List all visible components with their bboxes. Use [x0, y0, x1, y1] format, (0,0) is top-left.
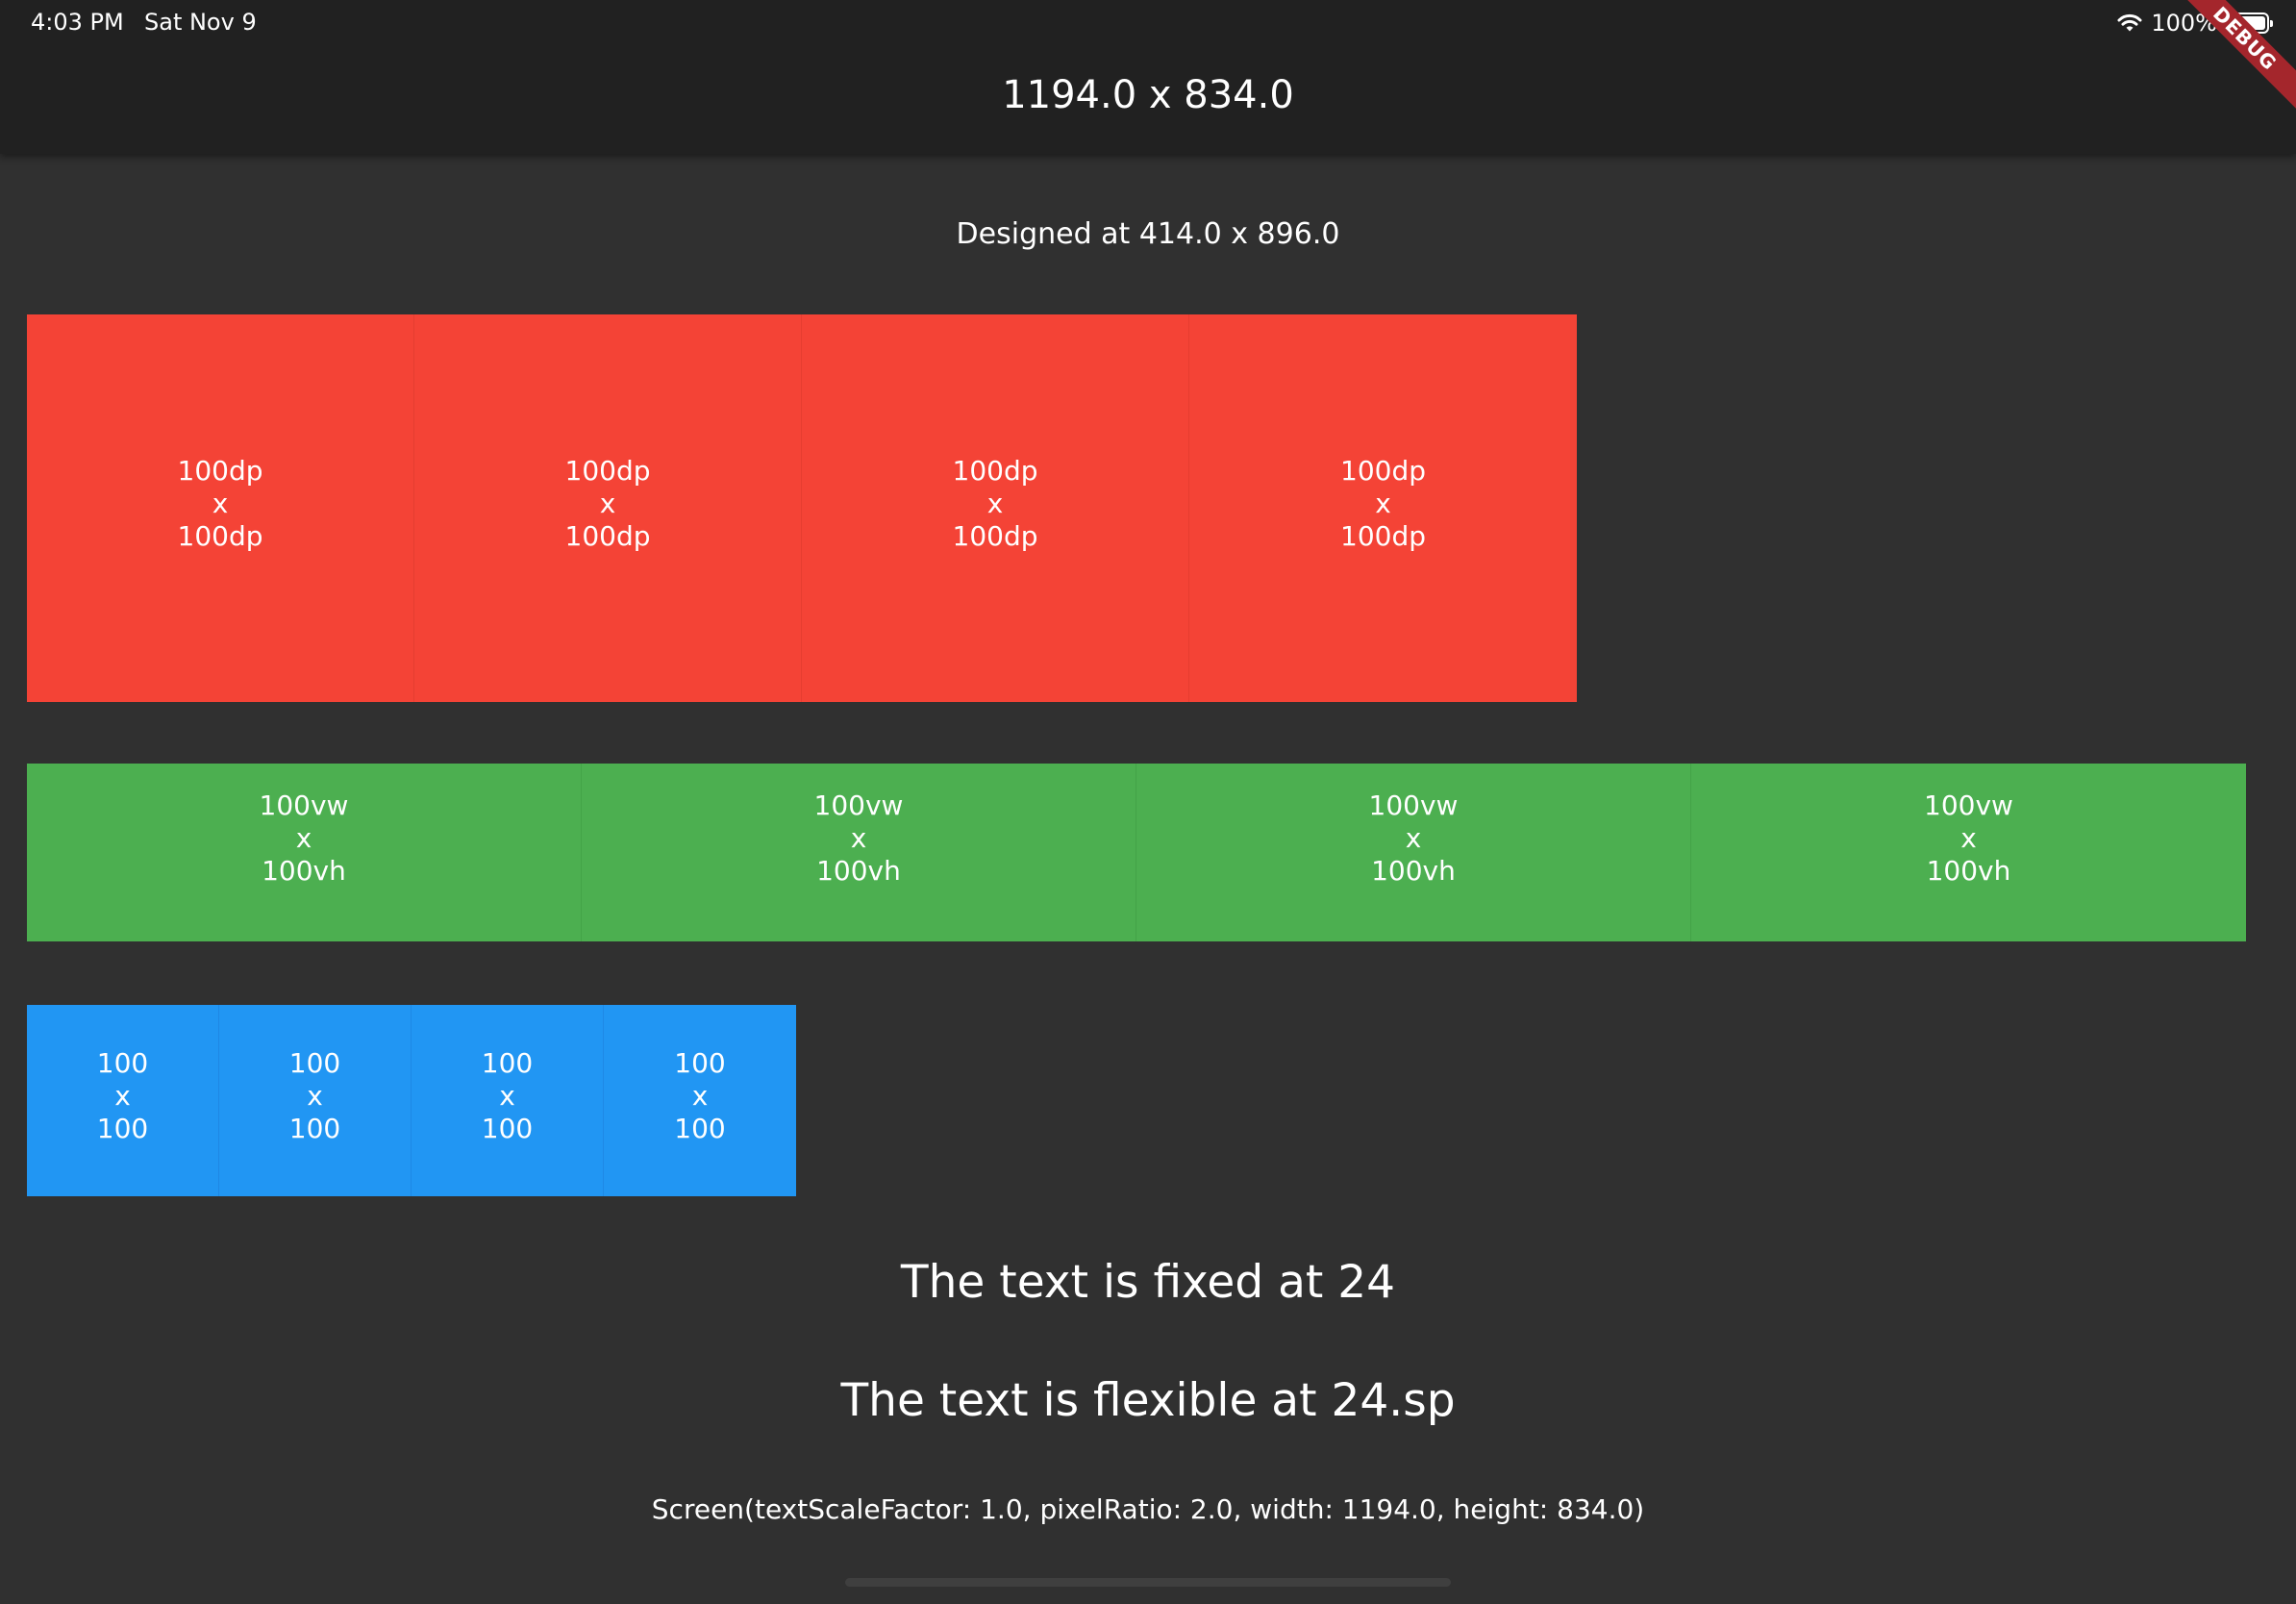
dp-box: 100dp x 100dp	[27, 314, 414, 702]
box-height-label: 100vh	[1926, 854, 2011, 887]
box-height-label: 100dp	[177, 519, 263, 552]
status-date: Sat Nov 9	[144, 9, 257, 36]
app-bar: 4:03 PM Sat Nov 9 100% 1194.0 x 834.0	[0, 0, 2296, 154]
vw-box: 100vw x 100vh	[582, 764, 1136, 941]
box-width-label: 100dp	[564, 454, 651, 487]
wifi-icon	[2117, 13, 2142, 32]
box-times-label: x	[295, 821, 312, 854]
box-times-label: x	[1405, 821, 1422, 854]
box-height-label: 100dp	[1340, 519, 1426, 552]
box-height-label: 100vh	[262, 854, 346, 887]
flexible-text-label: The text is flexible at 24.sp	[840, 1374, 1456, 1427]
dp-box: 100dp x 100dp	[802, 314, 1189, 702]
plain-box: 100 x 100	[412, 1005, 604, 1196]
box-width-label: 100	[288, 1046, 341, 1079]
box-height-label: 100	[481, 1112, 534, 1144]
status-time: 4:03 PM	[31, 9, 124, 36]
box-height-label: 100vh	[1371, 854, 1456, 887]
box-height-label: 100dp	[564, 519, 651, 552]
plain-box-row: 100 x 100 100 x 100 100 x 100 100 x 100	[27, 1005, 796, 1196]
box-width-label: 100	[481, 1046, 534, 1079]
box-times-label: x	[986, 487, 1004, 519]
plain-box: 100 x 100	[27, 1005, 219, 1196]
dp-box-row: 100dp x 100dp 100dp x 100dp 100dp x 100d…	[27, 314, 1577, 702]
fixed-text-label: The text is fixed at 24	[900, 1256, 1396, 1309]
box-times-label: x	[499, 1079, 515, 1112]
plain-box: 100 x 100	[219, 1005, 412, 1196]
box-height-label: 100	[674, 1112, 726, 1144]
screen-info-label: Screen(textScaleFactor: 1.0, pixelRatio:…	[651, 1493, 1645, 1525]
box-times-label: x	[1375, 487, 1391, 519]
box-width-label: 100vw	[1368, 789, 1459, 821]
dp-box: 100dp x 100dp	[414, 314, 802, 702]
box-width-label: 100dp	[177, 454, 263, 487]
vw-box: 100vw x 100vh	[1136, 764, 1691, 941]
box-times-label: x	[691, 1079, 709, 1112]
box-width-label: 100dp	[952, 454, 1038, 487]
box-height-label: 100	[288, 1112, 341, 1144]
box-times-label: x	[850, 821, 867, 854]
vw-box: 100vw x 100vh	[1691, 764, 2246, 941]
box-width-label: 100	[674, 1046, 726, 1079]
box-width-label: 100dp	[1340, 454, 1426, 487]
box-times-label: x	[1960, 821, 1977, 854]
box-times-label: x	[212, 487, 229, 519]
box-times-label: x	[114, 1079, 131, 1112]
home-indicator[interactable]	[845, 1578, 1451, 1587]
box-times-label: x	[599, 487, 616, 519]
box-width-label: 100vw	[1924, 789, 2013, 821]
box-width-label: 100vw	[259, 789, 349, 821]
designed-at-label: Designed at 414.0 x 896.0	[956, 217, 1340, 251]
box-width-label: 100	[96, 1046, 149, 1079]
box-height-label: 100dp	[952, 519, 1038, 552]
box-height-label: 100vh	[816, 854, 901, 887]
box-times-label: x	[307, 1079, 323, 1112]
box-width-label: 100vw	[813, 789, 904, 821]
box-height-label: 100	[96, 1112, 149, 1144]
dp-box: 100dp x 100dp	[1189, 314, 1577, 702]
vw-box: 100vw x 100vh	[27, 764, 582, 941]
plain-box: 100 x 100	[604, 1005, 796, 1196]
vw-box-row: 100vw x 100vh 100vw x 100vh 100vw x 100v…	[27, 764, 2246, 941]
page-title: 1194.0 x 834.0	[1002, 73, 1294, 117]
